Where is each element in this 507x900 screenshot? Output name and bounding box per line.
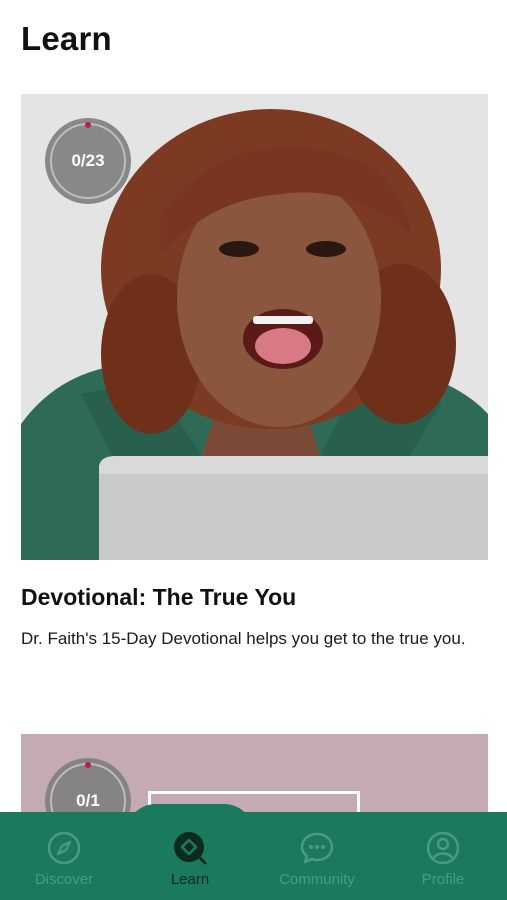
course-cover-image[interactable]: 0/1: [21, 734, 488, 824]
user-icon: [426, 831, 460, 865]
tab-label: Community: [279, 871, 355, 888]
tab-label: Discover: [34, 871, 94, 888]
tab-community[interactable]: Community: [254, 812, 380, 900]
progress-count: 0/23: [71, 151, 105, 170]
tab-label: Profile: [421, 871, 465, 888]
compass-icon: [47, 831, 81, 865]
course-title[interactable]: Devotional: The True You: [21, 584, 488, 611]
tab-profile[interactable]: Profile: [380, 812, 506, 900]
progress-indicator: 0/23: [45, 118, 131, 204]
course-card[interactable]: 0/23 Devotional: The True You Dr. Faith'…: [21, 94, 488, 652]
learn-icon: [174, 832, 207, 865]
page-title: Learn: [21, 20, 112, 57]
tab-label: Learn: [170, 871, 210, 888]
tab-discover[interactable]: Discover: [1, 812, 127, 900]
tab-learn[interactable]: Learn: [127, 812, 253, 900]
course-card[interactable]: 0/1: [21, 734, 488, 824]
chat-bubble-icon: [300, 832, 334, 864]
bottom-navigation: Discover Learn Community Profile: [0, 812, 507, 900]
course-description: Dr. Faith's 15-Day Devotional helps you …: [21, 629, 466, 648]
course-cover-image[interactable]: 0/23: [21, 94, 488, 560]
